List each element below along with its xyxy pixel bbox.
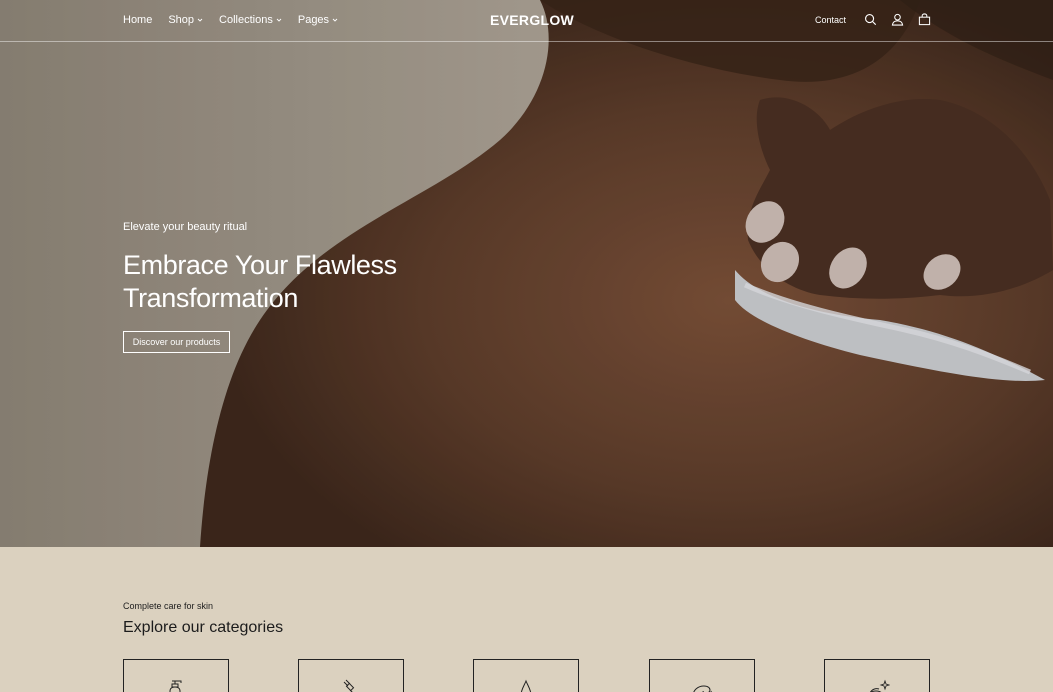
- nav-pages-label: Pages: [297, 14, 330, 26]
- discover-products-button[interactable]: Discover our products: [123, 331, 230, 353]
- nav-collections-label: Collections: [219, 14, 273, 26]
- header-actions: Contact: [815, 13, 931, 26]
- category-card[interactable]: [649, 659, 755, 692]
- nav-home-label: Home: [123, 14, 153, 26]
- hero-banner: Home Shop Collections Pages EVERGLOW Con…: [0, 0, 1053, 547]
- nav-home[interactable]: Home: [123, 14, 152, 26]
- category-card[interactable]: [473, 659, 579, 692]
- chevron-down-icon: [276, 18, 282, 22]
- category-card[interactable]: [824, 659, 930, 692]
- chevron-down-icon: [197, 18, 203, 22]
- dropper-icon: [343, 679, 355, 692]
- categories-title: Explore our categories: [123, 619, 284, 636]
- search-icon[interactable]: [864, 13, 877, 26]
- drop-icon: [520, 679, 532, 692]
- sparkle-jar-icon: [870, 679, 890, 692]
- nav-collections[interactable]: Collections: [219, 14, 282, 26]
- hero-title: Embrace Your Flawless Transformation: [123, 250, 397, 313]
- site-logo[interactable]: EVERGLOW: [490, 12, 574, 28]
- categories-eyebrow: Complete care for skin: [123, 601, 214, 611]
- main-nav: Home Shop Collections Pages: [123, 14, 338, 26]
- nav-pages[interactable]: Pages: [298, 14, 338, 26]
- cream-swirl-icon: [693, 685, 712, 692]
- contact-link[interactable]: Contact: [815, 15, 846, 25]
- category-card[interactable]: [123, 659, 229, 692]
- pump-bottle-icon: [169, 680, 182, 692]
- nav-shop[interactable]: Shop: [168, 14, 203, 26]
- cart-icon[interactable]: [918, 13, 931, 26]
- site-header: Home Shop Collections Pages EVERGLOW Con…: [0, 0, 1053, 42]
- category-card[interactable]: [298, 659, 404, 692]
- hero-eyebrow: Elevate your beauty ritual: [123, 221, 248, 233]
- chevron-down-icon: [332, 18, 338, 22]
- account-icon[interactable]: [891, 13, 904, 26]
- nav-shop-label: Shop: [168, 14, 195, 26]
